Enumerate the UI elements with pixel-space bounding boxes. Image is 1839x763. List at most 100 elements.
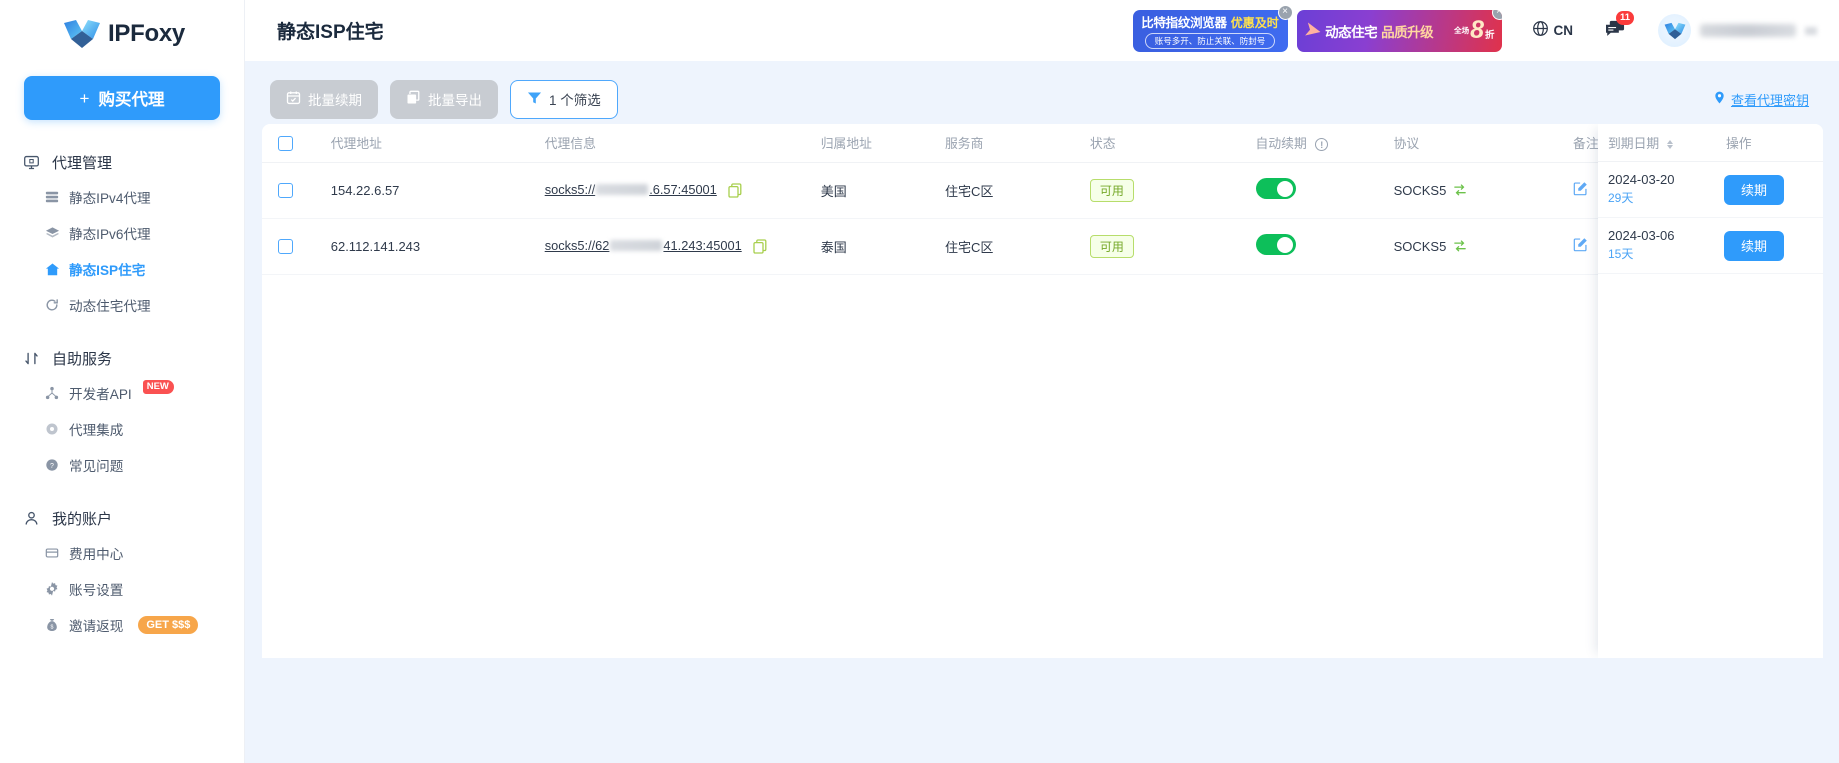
svg-text:?: ?: [50, 463, 54, 470]
row-select-cell[interactable]: [262, 162, 323, 219]
copy-icon[interactable]: [753, 239, 767, 254]
header-info: 代理信息: [536, 124, 813, 163]
view-proxy-key-link[interactable]: 查看代理密钥: [1713, 90, 1809, 109]
cell-protocol: SOCKS5: [1385, 218, 1566, 275]
ad-text-main: 动态住宅: [1325, 24, 1378, 40]
batch-export-button[interactable]: 批量导出: [390, 79, 498, 119]
filter-label: 1 个筛选: [549, 93, 601, 108]
language-switcher[interactable]: CN: [1532, 20, 1573, 42]
sidebar-item-faq[interactable]: ? 常见问题: [0, 447, 244, 483]
renew-button[interactable]: 续期: [1724, 230, 1785, 261]
sidebar-nav: 代理管理 静态IPv4代理 静态IPv6代理 静态ISP住宅 动态住宅代理 自助…: [0, 146, 244, 662]
arrow-up-icon: ➤: [1301, 17, 1324, 44]
swap-icon: [22, 349, 41, 368]
batch-renew-button[interactable]: 批量续期: [270, 79, 378, 119]
expiry-date: 2024-03-20: [1608, 172, 1675, 188]
sidebar-item-referral[interactable]: $ 邀请返现 GET $$$: [0, 607, 244, 643]
sidebar-item-label: 常见问题: [69, 459, 124, 474]
proxy-table: 代理地址 代理信息 归属地址 服务商 状态 自动续期 ! 协议 备注 购: [262, 124, 1823, 275]
header-expiry[interactable]: 到期日期: [1598, 133, 1716, 152]
toolbar: 批量续期 批量导出 1 个筛选 查看代理密钥: [262, 74, 1823, 124]
user-menu[interactable]: [1658, 14, 1817, 47]
ad-title-main: 比特指纹浏览器: [1141, 16, 1227, 30]
ad-banner-bit-browser[interactable]: × 比特指纹浏览器 优惠及时 账号多开、防止关联、防封号: [1132, 4, 1293, 52]
cell-info: socks5:// .6.57:45001: [536, 162, 813, 219]
edit-icon[interactable]: [1573, 237, 1588, 252]
avatar: [1658, 14, 1691, 47]
proxy-uri-link[interactable]: socks5:// .6.57:45001: [545, 182, 717, 197]
table-row[interactable]: 154.22.6.57 socks5:// .6.57:45001 美国 住宅C…: [262, 162, 1823, 219]
sidebar-item-label: 账号设置: [69, 583, 124, 598]
ad-discount-unit: 折: [1484, 30, 1495, 42]
ad-banner-residential-upgrade[interactable]: × ➤ 动态住宅 品质升级 全场 8 折: [1296, 9, 1502, 52]
proxy-uri-suffix: 41.243:45001: [663, 237, 742, 253]
sidebar-item-account-settings[interactable]: 账号设置: [0, 571, 244, 607]
batch-renew-label: 批量续期: [308, 93, 362, 108]
cell-expiry: 2024-03-20 29天: [1598, 171, 1716, 207]
sidebar-item-label: 邀请返现: [69, 619, 124, 634]
swap-arrows-icon[interactable]: [1453, 183, 1467, 197]
row-checkbox[interactable]: [278, 183, 293, 199]
ad-discount-label: 全场: [1454, 25, 1470, 35]
monitor-icon: [22, 153, 41, 172]
header-provider: 服务商: [936, 124, 1082, 163]
sort-icon[interactable]: [1666, 140, 1673, 150]
sidebar-item-rotating-residential[interactable]: 动态住宅代理: [0, 287, 244, 323]
renew-button[interactable]: 续期: [1724, 174, 1785, 205]
filter-button[interactable]: 1 个筛选: [510, 79, 618, 119]
header-location: 归属地址: [812, 124, 937, 163]
sidebar-item-static-isp[interactable]: 静态ISP住宅: [0, 251, 244, 287]
info-icon[interactable]: !: [1315, 138, 1329, 152]
close-icon[interactable]: ×: [1277, 4, 1293, 20]
server-icon: [44, 189, 60, 205]
sidebar-item-label: 静态IPv4代理: [69, 191, 151, 206]
sidebar-item-developer-api[interactable]: 开发者API NEW: [0, 375, 244, 411]
expiry-date: 2024-03-06: [1608, 228, 1675, 244]
buy-proxy-button[interactable]: + 购买代理: [24, 76, 220, 120]
sidebar-item-label: 费用中心: [69, 547, 124, 562]
globe-icon: [1532, 20, 1549, 42]
sidebar-item-static-ipv4[interactable]: 静态IPv4代理: [0, 179, 244, 215]
nav-group-self-service: 自助服务 开发者API NEW 代理集成 ? 常见问题: [0, 342, 244, 483]
username-redacted: [1700, 24, 1796, 37]
sidebar-item-static-ipv6[interactable]: 静态IPv6代理: [0, 215, 244, 251]
cell-address: 62.112.141.243: [322, 218, 537, 275]
swap-arrows-icon[interactable]: [1453, 239, 1467, 253]
cell-location: 美国: [812, 162, 937, 219]
sidebar-item-billing[interactable]: 费用中心: [0, 535, 244, 571]
messages-button[interactable]: 11: [1605, 10, 1635, 43]
sidebar-item-label: 静态IPv6代理: [69, 227, 151, 242]
sidebar-item-label: 静态ISP住宅: [69, 263, 146, 278]
edit-icon[interactable]: [1573, 181, 1588, 196]
select-all-checkbox[interactable]: [278, 135, 293, 151]
sidebar-item-label: 动态住宅代理: [69, 299, 151, 314]
cell-provider: 住宅C区: [936, 218, 1082, 275]
cell-auto-renew[interactable]: [1247, 218, 1386, 275]
close-icon[interactable]: ×: [1491, 9, 1502, 20]
auto-renew-toggle[interactable]: [1255, 178, 1296, 199]
ad-title-accent: 优惠及时: [1230, 16, 1279, 30]
header-expiry-label: 到期日期: [1608, 136, 1660, 151]
cell-auto-renew[interactable]: [1247, 162, 1386, 219]
nav-group-label: 代理管理: [52, 155, 113, 172]
get-cash-badge: GET $$$: [138, 615, 199, 635]
chevron-down-icon: [1805, 26, 1817, 35]
table-row[interactable]: 62.112.141.243 socks5://62 41.243:45001: [262, 218, 1823, 275]
nav-group-title-self-service: 自助服务: [0, 342, 244, 375]
ad-text-accent: 品质升级: [1381, 24, 1434, 40]
copy-icon[interactable]: [728, 183, 742, 198]
ad-subtitle: 账号多开、防止关联、防封号: [1144, 33, 1276, 49]
ad-banner-line1: 比特指纹浏览器 优惠及时: [1141, 12, 1278, 31]
row-select-cell[interactable]: [262, 218, 323, 275]
frozen-header-row: 到期日期 操作: [1598, 124, 1823, 162]
globe-dots-icon: [44, 421, 60, 437]
sidebar-item-proxy-integration[interactable]: 代理集成: [0, 411, 244, 447]
header-select-all[interactable]: [262, 124, 323, 163]
ad-banners: × 比特指纹浏览器 优惠及时 账号多开、防止关联、防封号 × ➤ 动态住宅 品质…: [1132, 4, 1502, 52]
copy-export-icon: [406, 90, 421, 108]
status-badge: 可用: [1089, 178, 1134, 202]
auto-renew-toggle[interactable]: [1255, 234, 1296, 255]
row-checkbox[interactable]: [278, 239, 293, 255]
brand-logo[interactable]: IPFoxy: [0, 0, 244, 68]
proxy-uri-link[interactable]: socks5://62 41.243:45001: [545, 238, 742, 253]
